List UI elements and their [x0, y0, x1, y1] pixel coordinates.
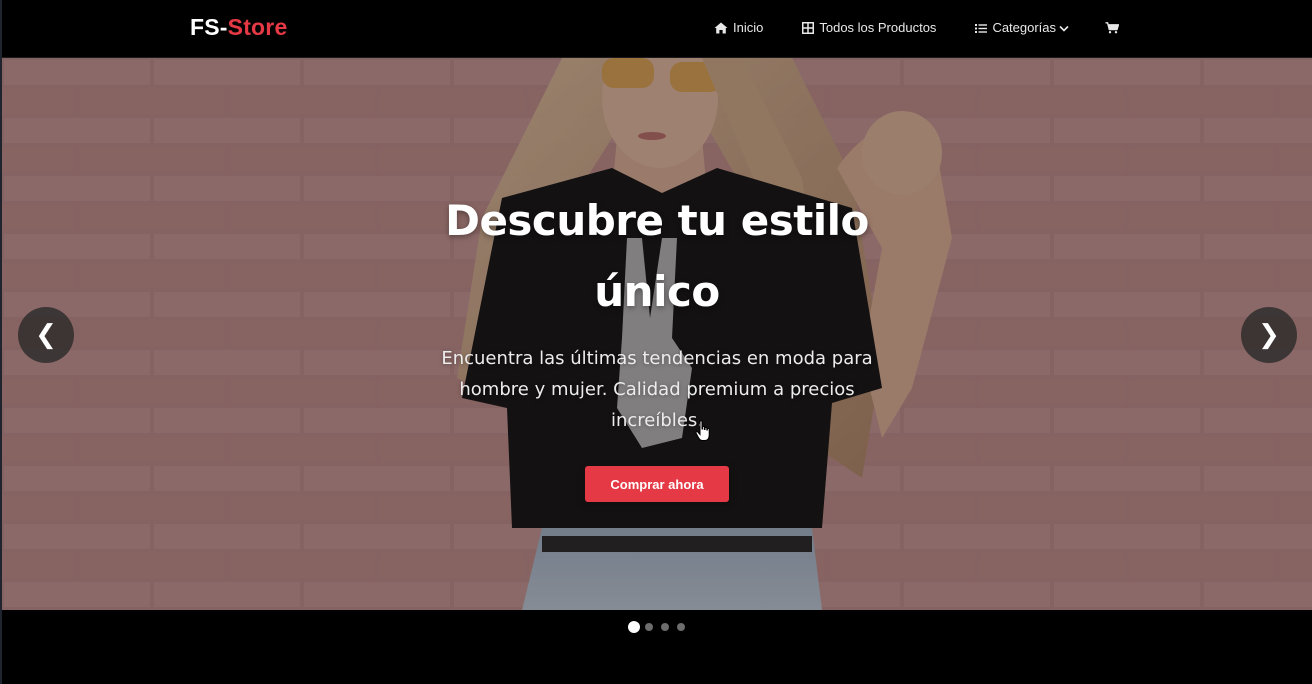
carousel-dot-4[interactable]	[677, 623, 685, 631]
shop-now-button[interactable]: Comprar ahora	[585, 466, 729, 502]
carousel-next-button[interactable]: ❯	[1241, 307, 1297, 363]
carousel-dot-3[interactable]	[661, 623, 669, 631]
nav-link-home-label: Inicio	[733, 20, 764, 35]
hand-pointer-cursor-icon	[695, 420, 710, 441]
cart-icon	[1105, 22, 1120, 34]
carousel-dot-1[interactable]	[628, 621, 640, 633]
hero-carousel: Descubre tu estilo único Encuentra las ú…	[2, 58, 1312, 610]
nav-link-home[interactable]: Inicio	[714, 19, 763, 37]
brand-logo[interactable]: FS-Store	[190, 13, 287, 41]
carousel-indicators	[628, 621, 693, 633]
nav-link-all-products[interactable]: Todos los Productos	[802, 19, 936, 37]
list-icon	[975, 23, 988, 33]
grid-icon	[802, 22, 815, 34]
nav-link-categories-dropdown[interactable]: Categorías	[975, 19, 1069, 37]
nav-links: Inicio Todos los Productos Categorías	[714, 19, 1124, 37]
window-edge	[0, 0, 2, 684]
nav-link-categories-label: Categorías	[992, 20, 1057, 35]
carousel-prev-button[interactable]: ❮	[18, 307, 74, 363]
cart-button[interactable]	[1105, 22, 1124, 34]
page: FS-Store Inicio Todos los Productos Cate…	[0, 0, 1312, 684]
home-icon	[714, 22, 728, 34]
brand-logo-prefix: FS-	[190, 14, 228, 40]
hero-title: Descubre tu estilo único	[445, 196, 869, 316]
hero-subtitle: Encuentra las últimas tendencias en moda…	[441, 348, 873, 431]
navbar: FS-Store Inicio Todos los Productos Cate…	[0, 0, 1312, 58]
nav-link-all-products-label: Todos los Productos	[819, 20, 937, 35]
chevron-down-icon	[1059, 25, 1069, 32]
brand-logo-suffix: Store	[227, 14, 288, 40]
carousel-dot-2[interactable]	[645, 623, 653, 631]
hero-content: Descubre tu estilo único Encuentra las ú…	[407, 185, 907, 502]
